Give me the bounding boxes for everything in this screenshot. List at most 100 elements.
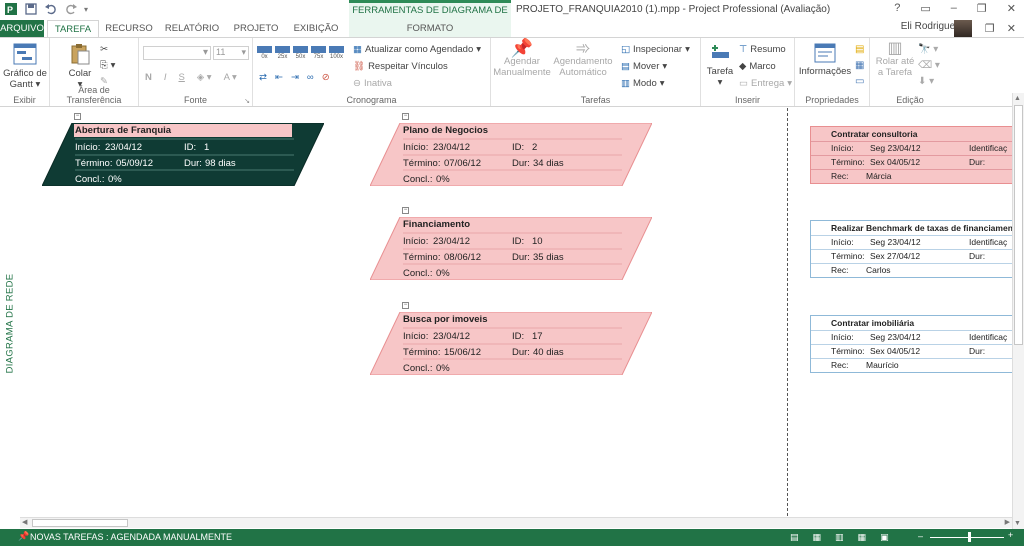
zoom-in-icon[interactable]: +	[1008, 530, 1013, 540]
find-icon[interactable]: 🔭 ▾	[918, 44, 938, 55]
collapse-toggle-icon[interactable]: −	[402, 207, 409, 214]
zoom-slider[interactable]	[930, 537, 1004, 538]
tab-exibicao[interactable]: EXIBIÇÃO	[288, 20, 344, 37]
task-box[interactable]: Contratar imobiliária Início: Seg 23/04/12…	[810, 315, 1012, 373]
auto-schedule-button[interactable]: ➾ Agendamento Automático	[553, 39, 613, 78]
milestone-button[interactable]: ◆ Marco	[739, 61, 776, 72]
redo-icon[interactable]	[64, 2, 78, 16]
information-button[interactable]: Informações	[797, 43, 853, 77]
clear-icon[interactable]: ⌫ ▾	[918, 60, 940, 71]
group-tarefas: 📌 Agendar Manualmente ➾ Agendamento Auto…	[491, 38, 701, 106]
indent-icon[interactable]: ⇤	[275, 72, 283, 83]
close-button[interactable]: ✕	[1007, 2, 1016, 15]
move-forward-icon[interactable]: ⇄	[259, 72, 267, 83]
scroll-thumb[interactable]	[1014, 105, 1023, 345]
percent-complete-button[interactable]: 75x	[311, 46, 326, 60]
fill-color-icon[interactable]: ◈ ▾	[197, 72, 212, 83]
avatar[interactable]	[954, 20, 972, 38]
network-view-icon[interactable]: ▥	[835, 532, 844, 543]
gantt-view-icon[interactable]: ▦	[813, 532, 822, 543]
ribbon-display-options-button[interactable]: ▭	[920, 2, 930, 15]
collapse-toggle-icon[interactable]: −	[402, 302, 409, 309]
mode-button[interactable]: ▥ Modo ▾	[621, 78, 665, 89]
manual-schedule-button[interactable]: 📌 Agendar Manualmente	[493, 39, 551, 78]
doc-close-button[interactable]: ✕	[1007, 22, 1016, 35]
undo-icon[interactable]	[44, 2, 58, 16]
task-node[interactable]: Plano de Negocios Início: 23/04/12 ID: 2 Térm…	[370, 123, 652, 186]
task-box[interactable]: Contratar consultoria Início: Seg 23/04/12…	[810, 126, 1012, 184]
cut-button[interactable]: ✂	[100, 44, 108, 55]
vertical-scrollbar[interactable]: ▲ ▼	[1012, 93, 1024, 529]
minimize-button[interactable]: –	[951, 2, 957, 15]
tab-formato[interactable]: FORMATO	[349, 20, 511, 37]
save-icon[interactable]	[24, 2, 38, 16]
collapse-toggle-icon[interactable]: −	[74, 113, 81, 120]
dialog-launcher-icon[interactable]: ↘	[244, 97, 250, 105]
italic-button[interactable]: I	[164, 72, 167, 83]
restore-button[interactable]: ❐	[977, 2, 987, 15]
new-tasks-mode[interactable]: NOVAS TAREFAS : AGENDADA MANUALMENTE	[30, 532, 232, 542]
doc-restore-button[interactable]: ❐	[985, 22, 995, 35]
ribbon-tabs: ARQUIVO TAREFA RECURSO RELATÓRIO PROJETO…	[0, 20, 1024, 38]
tab-tarefa[interactable]: TAREFA	[47, 20, 99, 37]
font-name-select[interactable]: ▾	[143, 46, 211, 60]
scroll-down-icon[interactable]: ▼	[1014, 520, 1021, 527]
node-title: Busca por imoveis	[403, 314, 488, 325]
task-box[interactable]: Realizar Benchmark de taxas de financiam…	[810, 220, 1012, 278]
percent-complete-button[interactable]: 100x	[329, 46, 344, 60]
unlink-icon[interactable]: ⊘	[322, 72, 330, 83]
underline-button[interactable]: S	[179, 72, 185, 83]
resource-view-icon[interactable]: ▣	[880, 532, 889, 543]
customize-qat-icon[interactable]: ▾	[84, 5, 88, 14]
deliverable-button[interactable]: ▭ Entrega ▾	[739, 78, 792, 89]
link-icon[interactable]: ∞	[307, 72, 314, 83]
summary-task-node[interactable]: Abertura de Franquia Início: 23/04/12 ID: 1 T…	[42, 123, 324, 186]
gantt-chart-button[interactable]: Gráfico de Gantt ▾	[2, 43, 48, 90]
new-tasks-pin-icon[interactable]: 📌	[18, 531, 29, 542]
task-sheet-view-icon[interactable]: ▦	[858, 532, 867, 543]
details-icon[interactable]: ▦	[855, 60, 864, 71]
percent-label: 0x	[261, 54, 268, 60]
node-complete: 0%	[436, 174, 450, 185]
inspect-button[interactable]: ◱ Inspecionar ▾	[621, 44, 690, 55]
task-button[interactable]: Tarefa ▾	[703, 43, 737, 88]
percent-complete-button[interactable]: 0x	[257, 46, 272, 60]
task-node[interactable]: Busca por imoveis Início: 23/04/12 ID: 17 Tér…	[370, 312, 652, 375]
tab-projeto[interactable]: PROJETO	[229, 20, 283, 37]
hscroll-thumb[interactable]	[32, 519, 128, 527]
help-button[interactable]: ?	[894, 2, 900, 15]
paste-button[interactable]: Colar ▾	[60, 43, 100, 90]
inactive-icon: ⊖	[353, 78, 361, 89]
move-button[interactable]: ▤ Mover ▾	[621, 61, 667, 72]
font-size-select[interactable]: 11 ▾	[213, 46, 249, 60]
scroll-to-task-button[interactable]: ▥ Rolar até a Tarefa	[872, 41, 918, 79]
zoom-slider-thumb[interactable]	[968, 532, 971, 542]
group-label-cronograma: Cronograma	[346, 95, 397, 105]
tab-recurso[interactable]: RECURSO	[103, 20, 155, 37]
tab-relatorio[interactable]: RELATÓRIO	[160, 20, 224, 37]
fill-icon[interactable]: ⬇ ▾	[918, 76, 934, 87]
paste-icon	[71, 44, 90, 65]
context-group-label: FERRAMENTAS DE DIAGRAMA DE REDE	[349, 0, 511, 32]
tab-arquivo[interactable]: ARQUIVO	[0, 20, 44, 37]
percent-complete-button[interactable]: 50x	[293, 46, 308, 60]
scroll-right-icon[interactable]: ▶	[1005, 518, 1010, 526]
add-to-timeline-icon[interactable]: ▭	[855, 76, 864, 87]
zoom-out-icon[interactable]: –	[918, 531, 923, 541]
calendar-view-icon[interactable]: ▤	[790, 532, 799, 543]
bold-button[interactable]: N	[145, 72, 152, 83]
summary-button[interactable]: ⊤ Resumo	[739, 44, 786, 55]
update-as-scheduled-button[interactable]: ▦ Atualizar como Agendado ▾	[353, 44, 481, 55]
task-node[interactable]: Financiamento Início: 23/04/12 ID: 10 Término…	[370, 217, 652, 280]
respect-links-button[interactable]: ⛓ Respeitar Vínculos	[353, 61, 448, 72]
copy-button[interactable]: ⎘ ▾	[100, 60, 115, 71]
scroll-left-icon[interactable]: ◀	[22, 518, 27, 526]
notes-icon[interactable]: ▤	[855, 44, 864, 55]
collapse-toggle-icon[interactable]: −	[402, 113, 409, 120]
horizontal-scrollbar[interactable]: ◀ ▶	[20, 517, 1012, 528]
scroll-up-icon[interactable]: ▲	[1014, 95, 1021, 102]
percent-complete-button[interactable]: 25x	[275, 46, 290, 60]
inactive-button[interactable]: ⊖ Inativa	[353, 78, 392, 89]
font-color-icon[interactable]: A ▾	[224, 72, 237, 83]
outdent-icon[interactable]: ⇥	[291, 72, 299, 83]
